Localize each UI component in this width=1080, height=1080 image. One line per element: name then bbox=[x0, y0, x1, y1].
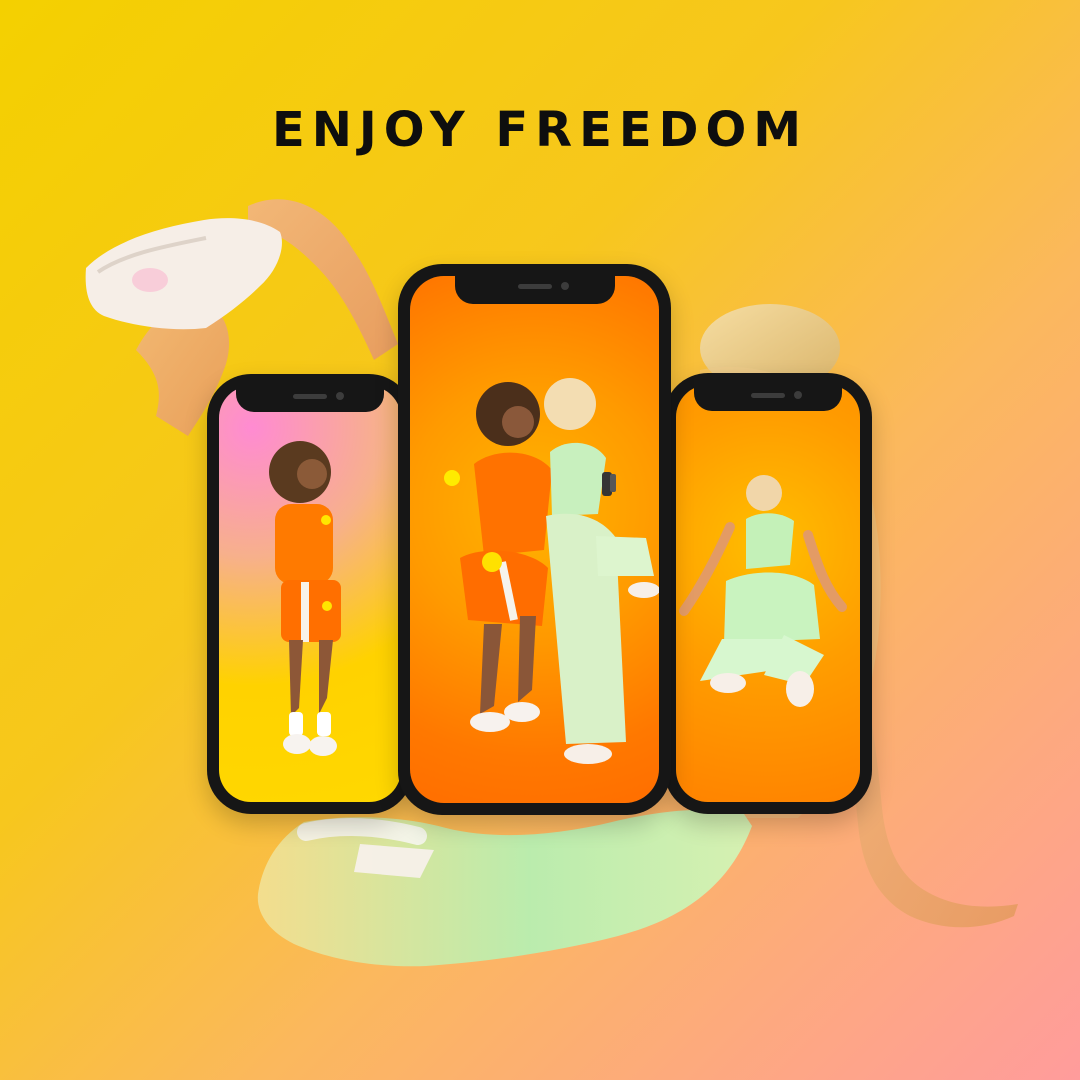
notch bbox=[694, 385, 842, 411]
notch bbox=[236, 386, 384, 412]
phone-right-screen bbox=[676, 385, 860, 802]
camera bbox=[560, 282, 569, 290]
phone-center bbox=[398, 264, 671, 815]
headline: ENJOY FREEDOM bbox=[271, 102, 809, 158]
speaker bbox=[751, 393, 785, 398]
camera bbox=[336, 392, 344, 400]
dancer-photo-right bbox=[679, 475, 847, 707]
dancer-photo-left bbox=[269, 441, 341, 756]
camera bbox=[794, 391, 802, 399]
phone-right bbox=[664, 373, 872, 814]
phone-left bbox=[207, 374, 413, 814]
dancers-photo-center bbox=[444, 378, 659, 764]
speaker bbox=[517, 284, 552, 289]
notch bbox=[454, 276, 615, 304]
poster-canvas: ENJOY FREEDOM bbox=[0, 0, 1080, 1080]
speaker bbox=[293, 394, 327, 399]
phone-center-screen bbox=[410, 276, 659, 803]
phone-left-screen bbox=[219, 386, 401, 802]
